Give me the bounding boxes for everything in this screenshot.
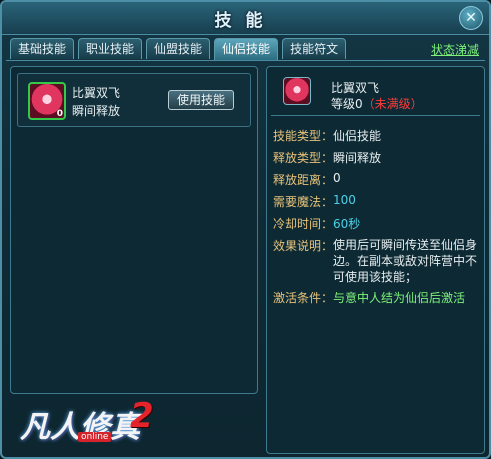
mana-label: 需要魔法： <box>273 195 334 209</box>
release-type-label: 释放类型： <box>273 151 334 165</box>
phoenix-skill-icon[interactable]: 0 <box>28 82 66 120</box>
skill-name: 比翼双飞 <box>72 86 121 100</box>
range-label: 释放距离： <box>273 173 334 187</box>
game-logo: 凡人修真 2 online <box>18 396 168 448</box>
tab-skill-runes[interactable]: 技能符文 <box>282 38 347 59</box>
tab-partner-skills[interactable]: 仙侣技能 <box>214 38 279 60</box>
status-decay-link[interactable]: 状态涕减 <box>431 41 479 58</box>
skill-cast-type: 瞬间释放 <box>72 104 121 118</box>
cooldown-value: 60秒 <box>333 217 361 231</box>
mana-value: 100 <box>333 193 356 207</box>
close-icon[interactable]: ✕ <box>459 6 483 30</box>
tab-divider <box>6 60 485 61</box>
tab-guild-skills[interactable]: 仙盟技能 <box>146 38 211 59</box>
skill-type-label: 技能类型： <box>273 129 334 143</box>
skill-level-badge: 0 <box>56 109 63 119</box>
skill-type-value: 仙侣技能 <box>333 129 382 143</box>
level-status: （未满级） <box>362 97 423 111</box>
skill-window: 技能 ✕ 基础技能 职业技能 仙盟技能 仙侣技能 技能符文 状态涕减 0 比翼双… <box>0 0 491 459</box>
phoenix-skill-icon <box>283 77 311 105</box>
effect-description: 使用后可瞬间传送至仙侣身边。在副本或敌对阵营中不可使用该技能； <box>333 238 478 284</box>
title-bar[interactable]: 技能 ✕ <box>2 2 489 35</box>
cooldown-label: 冷却时间： <box>273 217 334 231</box>
activate-value: 与意中人结为仙侣后激活 <box>333 291 466 305</box>
use-skill-button[interactable]: 使用技能 <box>168 90 234 110</box>
tab-basic-skills[interactable]: 基础技能 <box>10 38 75 59</box>
tab-class-skills[interactable]: 职业技能 <box>78 38 143 59</box>
detail-skill-name: 比翼双飞 <box>331 81 380 95</box>
range-value: 0 <box>333 171 341 185</box>
release-type-value: 瞬间释放 <box>333 151 382 165</box>
skill-list-panel: 0 比翼双飞 瞬间释放 使用技能 <box>10 66 258 394</box>
detail-skill-level: 等级0（未满级） <box>331 95 423 112</box>
level-value: 等级0 <box>331 97 363 111</box>
effect-label: 效果说明： <box>273 239 334 253</box>
skill-list-item[interactable]: 0 比翼双飞 瞬间释放 使用技能 <box>17 73 251 127</box>
logo-number: 2 <box>130 396 154 436</box>
activate-label: 激活条件： <box>273 291 334 305</box>
window-title: 技能 <box>214 11 277 31</box>
tab-bar: 基础技能 职业技能 仙盟技能 仙侣技能 技能符文 <box>10 38 347 60</box>
detail-header: 比翼双飞 等级0（未满级） <box>271 71 480 116</box>
skill-detail-panel: 比翼双飞 等级0（未满级） 技能类型： 仙侣技能 释放类型： 瞬间释放 释放距离… <box>266 66 485 454</box>
logo-online-tag: online <box>78 432 112 442</box>
